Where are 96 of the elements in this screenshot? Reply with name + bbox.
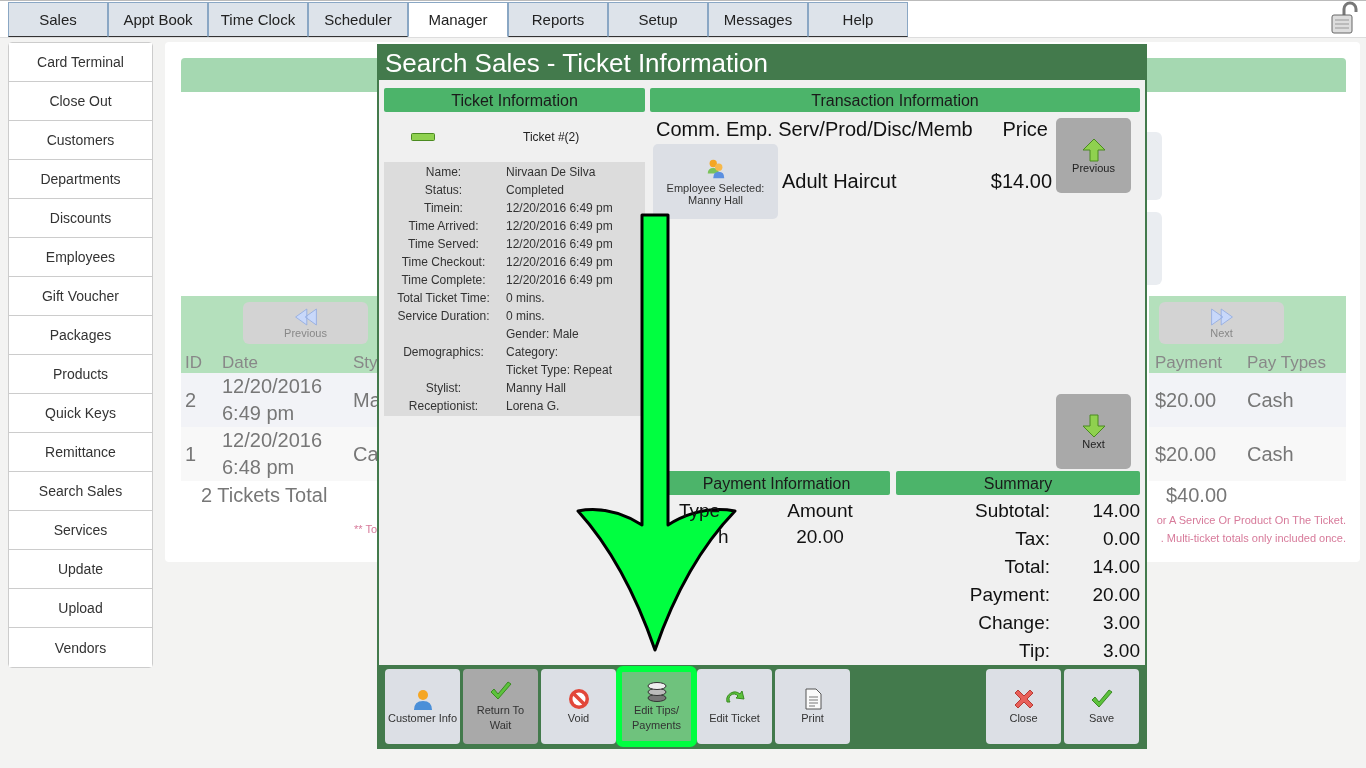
field-label: Demographics: — [402, 345, 485, 359]
table-cell-text: 2 — [184, 388, 198, 412]
footnote: or A Service Or Product On The Ticket. — [1156, 513, 1346, 528]
service-name: Adult Haircut — [782, 170, 898, 193]
summary-value: 14.00 — [1091, 555, 1140, 579]
employee-button[interactable]: Employee Selected: Manny Hall — [653, 144, 778, 219]
footnote: ** To — [354, 523, 378, 535]
nav-tab[interactable]: Manager — [408, 2, 508, 37]
table-cell-text: 20.00 — [795, 526, 845, 548]
dialog-title: Search Sales - Ticket Information — [379, 46, 1145, 80]
toolbar-button[interactable]: Void — [541, 668, 616, 744]
summary-label: Payment: — [968, 583, 1050, 607]
field-label: Time Served: — [407, 237, 480, 251]
ticket-number: Ticket #(2) — [523, 130, 580, 144]
up-arrow-icon — [1081, 137, 1106, 162]
summary-value: 14.00 — [1091, 499, 1140, 523]
toolbar-button[interactable]: Edit Tips/ Payments — [619, 668, 694, 744]
section-heading: Ticket Information — [384, 88, 645, 112]
field-value: 0 mins. — [506, 308, 545, 325]
down-arrow-icon — [1081, 413, 1106, 438]
previous-button[interactable]: Previous — [1056, 118, 1131, 193]
field-value: Lorena G. — [506, 398, 560, 415]
section-heading: Summary — [896, 471, 1140, 495]
section-heading: Transaction Information — [650, 88, 1140, 112]
toolbar-button[interactable]: Print — [775, 668, 850, 744]
table-cell-text: 12/20/2016 6:49 pm — [222, 374, 324, 426]
field-label: Service Duration: — [396, 309, 491, 323]
field-value: 12/20/2016 6:49 pm — [506, 236, 613, 253]
field-value: Category: — [506, 344, 560, 361]
footnote: . Multi-ticket totals only included once. — [1160, 531, 1346, 546]
service-price: $14.00 — [990, 170, 1052, 193]
toolbar-button[interactable]: Customer Info — [385, 668, 460, 744]
field-label: Stylist: — [424, 381, 463, 395]
field-value: 12/20/2016 6:49 pm — [506, 218, 613, 235]
field-value: 12/20/2016 6:49 pm — [506, 254, 613, 271]
nav-tab[interactable]: Reports — [508, 2, 608, 37]
toolbar-button[interactable]: Edit Ticket — [697, 668, 772, 744]
summary-label: Tip: — [1018, 639, 1050, 663]
summary-value: 3.00 — [1102, 639, 1140, 663]
column-header: Price — [1002, 118, 1048, 142]
status-bar-icon — [411, 133, 435, 141]
field-value: Completed — [506, 182, 565, 199]
summary-value: 20.00 — [1091, 583, 1140, 607]
field-value: 12/20/2016 6:49 pm — [506, 200, 613, 217]
field-value: Ticket Type: Repeat — [506, 362, 613, 379]
summary-label: Tax: — [1014, 527, 1050, 551]
table-cell: Cash — [1247, 388, 1294, 412]
field-label: Status: — [423, 183, 464, 197]
double-left-arrow-icon — [293, 307, 318, 327]
field-value: 0 mins. — [506, 290, 545, 307]
next-button[interactable]: Next — [1056, 394, 1131, 469]
field-value: Nirvaan De Silva — [506, 164, 596, 181]
nav-tab[interactable]: Help — [808, 2, 908, 37]
nav-tab[interactable]: Time Clock — [208, 2, 308, 37]
summary-label: Change: — [977, 611, 1050, 635]
prohibited-icon — [566, 686, 591, 711]
field-label: Timein: — [423, 201, 464, 215]
nav-tab[interactable]: Scheduler — [308, 2, 408, 37]
table-cell-text: h — [717, 526, 730, 548]
nav-tab[interactable]: Appt Book — [108, 2, 208, 37]
field-label: Name: — [424, 165, 463, 179]
field-value: Gender: Male — [506, 326, 580, 343]
column-header: Pay Types — [1247, 353, 1327, 373]
table-cell-text: $20.00 — [1155, 442, 1218, 466]
total-amount: $40.00 — [1166, 483, 1228, 507]
table-cell-text: $20.00 — [1155, 388, 1218, 412]
column-header: ID — [184, 353, 203, 373]
table-cell-text: 12/20/2016 6:48 pm — [222, 428, 324, 480]
field-label: Total Ticket Time: — [396, 291, 491, 305]
padlock-icon[interactable] — [1330, 1, 1360, 35]
field-value: Manny Hall — [506, 380, 567, 397]
field-label: Receptionist: — [407, 399, 480, 413]
table-cell-text: 1 — [184, 442, 198, 466]
table-cell: Ca — [353, 442, 380, 466]
toolbar-button[interactable]: Close — [986, 668, 1061, 744]
double-right-arrow-icon — [1209, 307, 1234, 327]
table-cell: Cash — [1247, 442, 1294, 466]
nav-tab[interactable]: Sales — [8, 2, 108, 37]
summary-label: Subtotal: — [974, 499, 1050, 523]
sidebar-item[interactable]: Card Terminal — [9, 43, 152, 82]
toolbar-button[interactable]: Save — [1064, 668, 1139, 744]
field-label: Time Checkout: — [400, 255, 487, 269]
summary-value: 3.00 — [1102, 611, 1140, 635]
column-header: Sty — [353, 353, 379, 373]
tickets-total: 2 Tickets Total — [201, 483, 328, 507]
summary-value: 0.00 — [1102, 527, 1140, 551]
column-header: Payment — [1155, 353, 1224, 373]
column-header: Comm. Emp. Serv/Prod/Disc/Memb — [656, 118, 973, 142]
field-label: Time Complete: — [400, 273, 487, 287]
nav-tab[interactable]: Setup — [608, 2, 708, 37]
summary-label: Total: — [1003, 555, 1050, 579]
column-header: Date — [222, 353, 259, 373]
field-label: Time Arrived: — [407, 219, 480, 233]
nav-tab[interactable]: Messages — [708, 2, 808, 37]
field-value: 12/20/2016 6:49 pm — [506, 272, 613, 289]
column-header: Amount — [786, 500, 854, 522]
